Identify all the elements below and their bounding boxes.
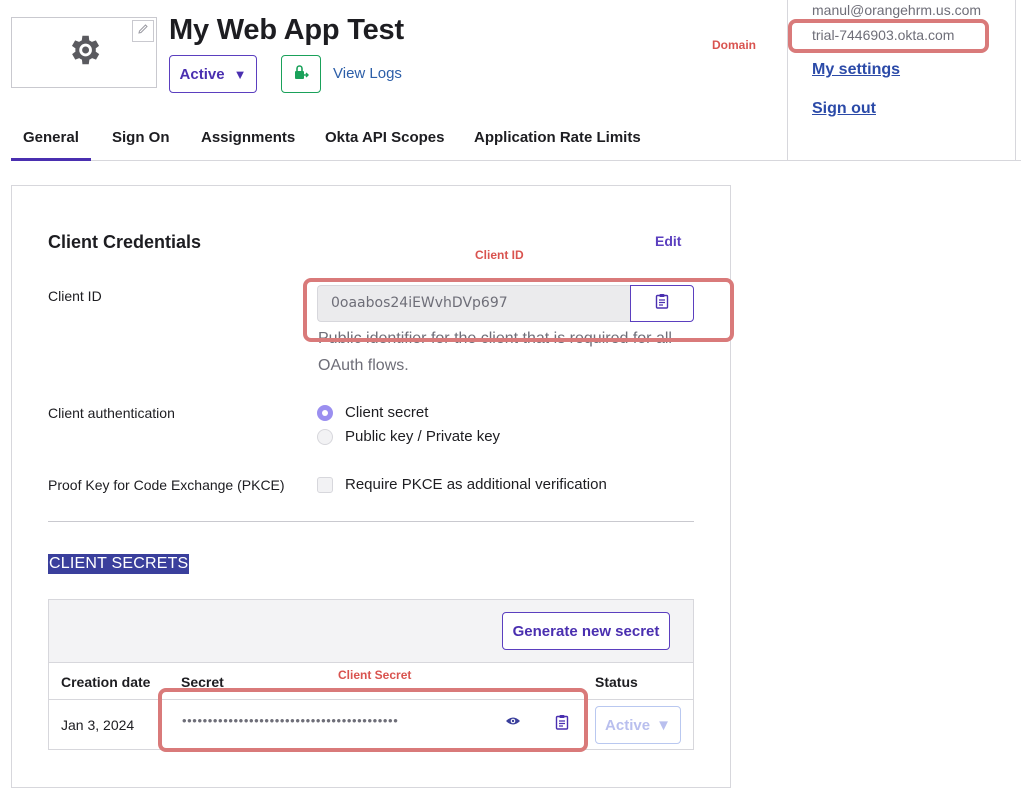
public-private-key-radio[interactable] (317, 429, 333, 445)
app-logo (11, 17, 157, 88)
client-secrets-heading: CLIENT SECRETS (48, 554, 190, 574)
tab-general[interactable]: General (11, 129, 91, 161)
public-private-key-option-label: Public key / Private key (345, 428, 501, 445)
lock-push-icon (292, 63, 310, 86)
column-header-creation-date: Creation date (61, 674, 151, 690)
edit-credentials-link[interactable]: Edit (655, 233, 681, 249)
require-pkce-option-label: Require PKCE as additional verification (345, 476, 607, 493)
generate-new-secret-button[interactable]: Generate new secret (502, 612, 670, 650)
account-email: manul@orangehrm.us.com (812, 2, 982, 18)
client-credentials-title: Client Credentials (48, 232, 202, 252)
chevron-down-icon: ▼ (656, 716, 671, 734)
client-secret-radio[interactable] (317, 405, 333, 421)
chevron-down-icon: ▼ (233, 66, 247, 82)
gear-icon (65, 31, 103, 74)
app-tabs: General Sign On Assignments Okta API Sco… (11, 117, 1021, 161)
page-title: My Web App Test (169, 14, 404, 46)
client-secret-option-label: Client secret (345, 404, 429, 421)
annotation-label-client-id: Client ID (475, 248, 524, 262)
column-header-status: Status (595, 674, 638, 690)
my-settings-link[interactable]: My settings (812, 61, 900, 79)
tab-sign-on[interactable]: Sign On (112, 129, 170, 146)
annotation-box-client-secret (158, 688, 588, 752)
secret-status-label: Active (605, 716, 651, 734)
client-authentication-label: Client authentication (48, 405, 175, 421)
require-pkce-checkbox[interactable] (317, 477, 333, 493)
push-groups-button[interactable] (281, 55, 321, 93)
edit-logo-button[interactable] (132, 20, 154, 42)
tab-assignments[interactable]: Assignments (201, 129, 295, 146)
pkce-label: Proof Key for Code Exchange (PKCE) (48, 477, 285, 493)
client-id-label: Client ID (48, 288, 102, 304)
tab-okta-api-scopes[interactable]: Okta API Scopes (325, 129, 445, 146)
secret-creation-date: Jan 3, 2024 (61, 717, 135, 733)
sign-out-link[interactable]: Sign out (812, 100, 876, 118)
annotation-box-domain (788, 19, 989, 53)
secrets-toolbar: Generate new secret (49, 600, 693, 663)
app-status-label: Active (179, 65, 225, 83)
annotation-label-domain: Domain (712, 38, 757, 52)
view-logs-link[interactable]: View Logs (333, 65, 402, 82)
tab-application-rate-limits[interactable]: Application Rate Limits (474, 129, 641, 146)
pencil-icon (137, 22, 149, 40)
annotation-box-client-id (303, 278, 734, 342)
annotation-label-client-secret: Client Secret (338, 668, 412, 682)
section-divider (48, 521, 694, 522)
secret-status-dropdown[interactable]: Active ▼ (595, 706, 681, 744)
app-status-dropdown[interactable]: Active ▼ (169, 55, 257, 93)
